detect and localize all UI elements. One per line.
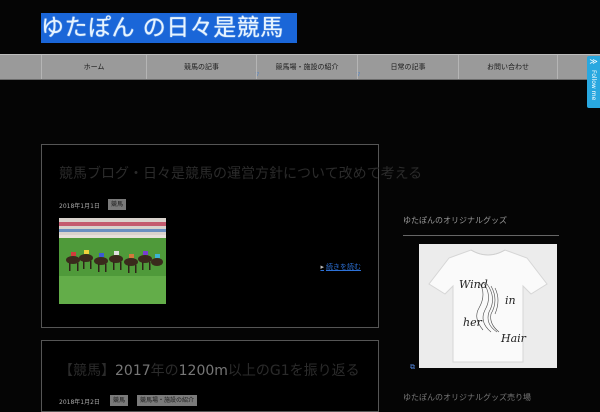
post-title-lead: 【競馬】 — [59, 363, 115, 379]
nav-item-daily-articles[interactable]: 日常の記事 — [357, 55, 458, 79]
post-date: 2018年1月1日 — [59, 203, 100, 210]
main-nav: ホーム 競馬の記事 ▿ 競馬場・施設の紹介 ▿ 日常の記事 お問い合わせ — [0, 54, 600, 80]
shirt-text-1: Wind — [459, 278, 488, 291]
nav-item-keiba-articles[interactable]: 競馬の記事 ▿ — [146, 55, 259, 79]
category-tag[interactable]: 競馬 — [108, 199, 127, 210]
follow-me-tab[interactable]: ≫ Follow me — [587, 56, 600, 108]
sidebar-widget-title: ゆたぽんのオリジナルグッズ売り場 — [403, 393, 531, 402]
post-title-tail: 以上のG1を振り返る — [227, 363, 360, 379]
goods-image[interactable]: Wind in her Hair — [419, 244, 557, 368]
nav-item-label: 日常の記事 — [390, 63, 426, 71]
sidebar-widget-title: ゆたぽんのオリジナルグッズ — [403, 215, 559, 236]
arrow-right-icon: ▸ — [320, 263, 324, 271]
shirt-text-3: her — [463, 316, 483, 329]
post-title-distance: 1200m — [178, 363, 228, 379]
post-card: 【競馬】2017年の1200m以上のG1を振り返る 2018年1月2日 競馬 競… — [41, 340, 379, 412]
nav-item-contact[interactable]: お問い合わせ — [458, 55, 558, 79]
nav-item-home[interactable]: ホーム — [41, 55, 146, 79]
post-thumbnail[interactable] — [59, 218, 166, 304]
read-more-label: 続きを読む — [326, 263, 361, 271]
post-title-part: 年の — [150, 363, 179, 379]
nav-item-label: 競馬の記事 — [184, 63, 219, 71]
feedly-icon: ≫ — [589, 57, 598, 66]
category-tag[interactable]: 競馬場・施設の紹介 — [137, 395, 198, 406]
site-title[interactable]: ゆたぽん の日々是競馬 — [41, 13, 297, 43]
nav-item-label: お問い合わせ — [487, 63, 529, 71]
follow-me-label: Follow me — [590, 70, 597, 101]
post-date: 2018年1月2日 — [59, 399, 100, 406]
post-title[interactable]: 競馬ブログ・日々是競馬の運営方針について改めて考える — [59, 163, 422, 183]
read-more-link[interactable]: ▸ 続きを読む — [320, 262, 361, 272]
post-title-year: 2017 — [115, 363, 151, 379]
external-link-icon[interactable]: ⧉ — [410, 363, 415, 372]
tshirt-icon: Wind in her Hair — [428, 249, 548, 363]
category-tag[interactable]: 競馬 — [110, 395, 129, 406]
shirt-text-2: in — [505, 294, 516, 307]
nav-item-label: ホーム — [83, 63, 105, 71]
nav-item-label: 競馬場・施設の紹介 — [275, 63, 339, 71]
shirt-text-4: Hair — [500, 332, 527, 345]
nav-item-racecourses[interactable]: 競馬場・施設の紹介 ▿ — [256, 55, 360, 79]
post-title[interactable]: 【競馬】2017年の1200m以上のG1を振り返る — [59, 360, 360, 380]
post-card: 競馬ブログ・日々是競馬の運営方針について改めて考える 2018年1月1日 競馬 — [41, 144, 422, 328]
